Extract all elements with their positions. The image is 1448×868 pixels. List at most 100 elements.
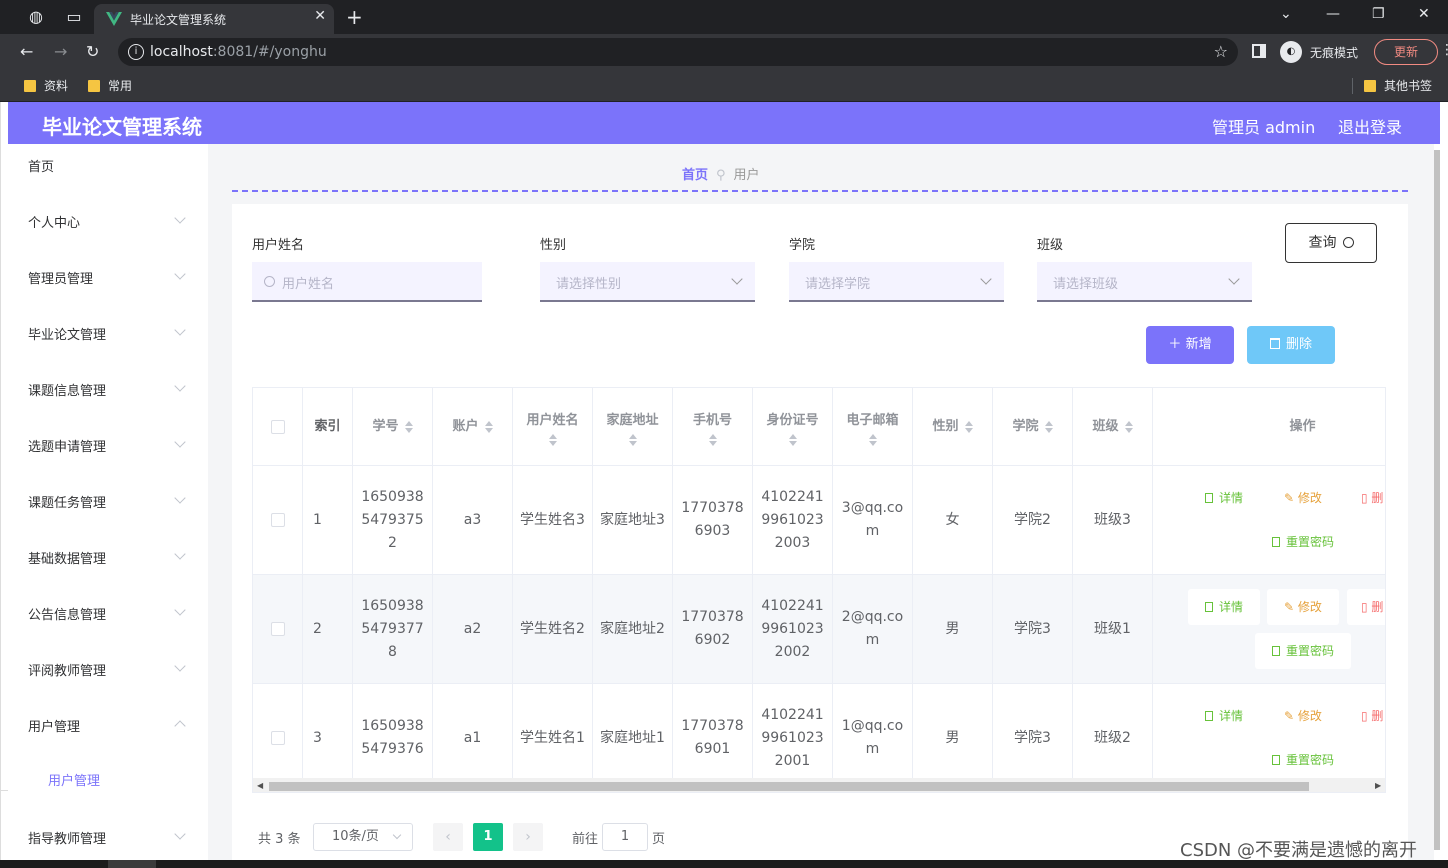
prev-page-button[interactable]: ‹ (433, 823, 463, 851)
header-select-all (253, 388, 303, 466)
close-tab-icon[interactable]: ✕ (314, 8, 326, 24)
sort-icon[interactable] (404, 420, 413, 433)
detail-button[interactable]: 详情 (1188, 589, 1260, 625)
tab-dropdown-icon[interactable]: ⌄ (1280, 6, 1292, 22)
sort-icon[interactable] (708, 433, 717, 446)
forward-icon[interactable]: → (54, 42, 67, 61)
cell-name: 学生姓名2 (513, 575, 593, 684)
class-select[interactable]: 请选择班级 (1037, 262, 1252, 302)
reset-password-button[interactable]: 重置密码 (1255, 742, 1351, 778)
header-name[interactable]: 用户姓名 (513, 388, 593, 466)
logout-link[interactable]: 退出登录 (1338, 114, 1402, 138)
bookmark-star-icon[interactable]: ☆ (1214, 42, 1228, 61)
edit-button[interactable]: ✎ 修改 (1267, 480, 1339, 516)
sidebar-item-base-data[interactable]: 基础数据管理 (8, 536, 208, 592)
chevron-down-icon (174, 548, 186, 560)
content-panel: 用户姓名 用户姓名 性别 请选择性别 学院 请选择学院 班级 请选择班级 查询 … (232, 204, 1408, 860)
delete-row-button[interactable]: ▯ 删 (1347, 698, 1385, 734)
globe-icon[interactable]: ◍ (26, 7, 46, 27)
page-scrollbar-thumb[interactable] (1434, 150, 1440, 850)
next-page-button[interactable]: › (513, 823, 543, 851)
sidebar-item-topic-apply[interactable]: 选题申请管理 (8, 424, 208, 480)
restore-icon[interactable]: ❐ (1372, 6, 1385, 22)
other-bookmarks[interactable]: 其他书签 (1364, 77, 1432, 94)
cell-account: a1 (433, 684, 513, 792)
header-email[interactable]: 电子邮箱 (833, 388, 913, 466)
reload-icon[interactable]: ↻ (86, 42, 99, 61)
header-xuehao[interactable]: 学号 (353, 388, 433, 466)
sort-icon[interactable] (868, 433, 877, 446)
header-phone[interactable]: 手机号 (673, 388, 753, 466)
reset-password-button[interactable]: 重置密码 (1255, 633, 1351, 669)
edit-button[interactable]: ✎ 修改 (1267, 589, 1339, 625)
header-idcard[interactable]: 身份证号 (753, 388, 833, 466)
edit-button[interactable]: ✎ 修改 (1267, 698, 1339, 734)
sidebar-item-thesis-mgmt[interactable]: 毕业论文管理 (8, 312, 208, 368)
sort-icon[interactable] (788, 433, 797, 446)
sort-icon[interactable] (1124, 420, 1133, 433)
user-table: 索引 学号 账户 用户姓名 家庭地址 手机号 身份证号 电子邮箱 性别 学院 班… (252, 387, 1386, 793)
delete-row-button[interactable]: ▯ 删 (1347, 480, 1385, 516)
scroll-right-icon[interactable]: ▶ (1375, 781, 1381, 790)
sidebar-item-home[interactable]: 首页 (8, 144, 208, 200)
sort-icon[interactable] (964, 420, 973, 433)
header-class[interactable]: 班级 (1073, 388, 1153, 466)
minimize-icon[interactable]: — (1326, 6, 1340, 22)
delete-row-button[interactable]: ▯ 删 (1347, 589, 1385, 625)
gender-select[interactable]: 请选择性别 (540, 262, 755, 302)
header-gender[interactable]: 性别 (913, 388, 993, 466)
header-address[interactable]: 家庭地址 (593, 388, 673, 466)
reset-password-button[interactable]: 重置密码 (1255, 524, 1351, 560)
row-checkbox[interactable] (270, 622, 285, 636)
goto-page-input[interactable]: 1 (602, 823, 648, 851)
name-search-input[interactable]: 用户姓名 (252, 262, 482, 302)
breadcrumb-home[interactable]: 首页 (682, 168, 708, 183)
detail-button[interactable]: 详情 (1188, 480, 1260, 516)
cell-idcard: 410224199610232001 (753, 684, 833, 792)
query-button[interactable]: 查询 (1285, 223, 1377, 263)
sidebar-item-admin-mgmt[interactable]: 管理员管理 (8, 256, 208, 312)
scrollbar-thumb[interactable] (269, 782, 1309, 791)
chevron-down-icon (731, 273, 743, 285)
header-college[interactable]: 学院 (993, 388, 1073, 466)
sidebar-item-topic-info[interactable]: 课题信息管理 (8, 368, 208, 424)
sidebar-item-notice[interactable]: 公告信息管理 (8, 592, 208, 648)
new-tab-icon[interactable]: + (346, 5, 363, 29)
scroll-left-icon[interactable]: ◀ (257, 781, 263, 790)
tab-search-icon[interactable]: ▭ (64, 7, 84, 27)
menu-dots-icon[interactable]: ⋮ (1440, 42, 1448, 58)
side-panel-icon[interactable] (1252, 44, 1266, 58)
row-checkbox[interactable] (270, 513, 285, 527)
page-size-select[interactable]: 10条/页 (313, 823, 413, 851)
delete-button[interactable]: 删除 (1247, 326, 1335, 364)
detail-button[interactable]: 详情 (1188, 698, 1260, 734)
bookmark-folder-ziliao[interactable]: 资料 (24, 77, 68, 94)
college-select[interactable]: 请选择学院 (789, 262, 1004, 302)
url-field[interactable]: i localhost:8081/#/yonghu ☆ (118, 38, 1238, 66)
row-checkbox[interactable] (270, 731, 285, 745)
sidebar-item-personal[interactable]: 个人中心 (8, 200, 208, 256)
table-horizontal-scrollbar[interactable]: ◀ ▶ (253, 778, 1385, 792)
sidebar-item-review-teacher[interactable]: 评阅教师管理 (8, 648, 208, 704)
add-button[interactable]: ＋ 新增 (1146, 326, 1234, 364)
window-close-icon[interactable]: ✕ (1418, 6, 1430, 22)
plus-icon: ＋ (1168, 337, 1186, 352)
cell-idcard: 410224199610232002 (753, 575, 833, 684)
bookmark-folder-changyong[interactable]: 常用 (88, 77, 132, 94)
update-button[interactable]: 更新 (1374, 39, 1438, 65)
sidebar-item-user-mgmt[interactable]: 用户管理 (8, 704, 208, 760)
sidebar-item-topic-task[interactable]: 课题任务管理 (8, 480, 208, 536)
sort-icon[interactable] (1044, 420, 1053, 433)
back-icon[interactable]: ← (20, 42, 33, 61)
page-number-current[interactable]: 1 (473, 823, 503, 851)
sort-icon[interactable] (548, 433, 557, 446)
incognito-indicator[interactable]: ◐ 无痕模式 (1280, 40, 1370, 64)
sort-icon[interactable] (484, 420, 493, 433)
taskbar-item[interactable] (108, 860, 156, 868)
info-icon[interactable]: i (128, 44, 144, 60)
sort-icon[interactable] (628, 433, 637, 446)
select-all-checkbox[interactable] (270, 419, 285, 434)
sidebar-subitem-user-mgmt[interactable]: 用户管理 (8, 760, 208, 804)
header-account[interactable]: 账户 (433, 388, 513, 466)
browser-tab[interactable]: 毕业论文管理系统 ✕ (94, 4, 334, 34)
